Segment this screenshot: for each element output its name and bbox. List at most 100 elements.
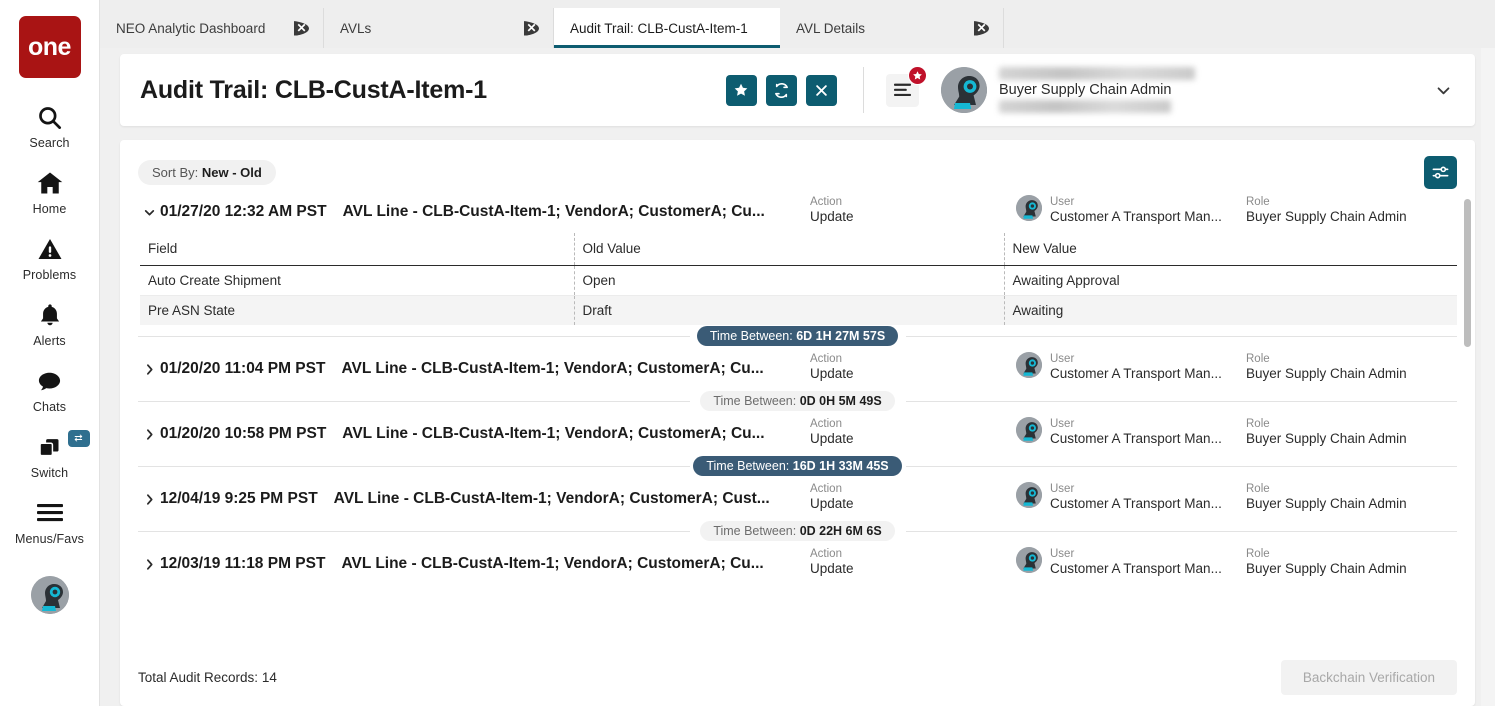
total-records-label: Total Audit Records: 14 [138,669,277,685]
sidebar-item-switch[interactable]: ⇄ Switch [0,430,100,480]
cell-old-value: Open [573,265,1004,296]
tab-audit-trail[interactable]: Audit Trail: CLB-CustA-Item-1 ✕ [554,8,780,48]
audit-record-list: 01/27/20 12:32 AM PST AVL Line - CLB-Cus… [120,189,1475,648]
column-header-field: Field [140,233,574,266]
record-user-value: Customer A Transport Man... [1050,496,1222,512]
avatar[interactable] [30,576,69,614]
column-label-user: User [1050,418,1075,430]
record-action-value: Update [810,366,854,382]
sidebar-item-chats[interactable]: Chats [0,364,100,414]
audit-record-detail: Field Old Value New Value Auto Create Sh… [138,233,1457,325]
close-icon[interactable]: ✕ [748,21,770,36]
tab-label: NEO Analytic Dashboard [116,20,266,36]
tab-neo-analytic-dashboard[interactable]: NEO Analytic Dashboard ✕ [100,8,324,48]
record-date: 12/04/19 9:25 PM PST [160,490,318,507]
record-user: User Customer A Transport Man... [1016,195,1222,226]
time-between-separator: Time Between: 0D 0H 5M 49S [138,390,1457,411]
application-window: one Search Home Problems Alerts Chats ⇄ … [0,0,1495,706]
audit-record-header[interactable]: 12/03/19 11:18 PM PST AVL Line - CLB-Cus… [138,541,1457,585]
sidebar-item-home[interactable]: Home [0,166,100,216]
time-between-badge: Time Between: 0D 22H 6M 6S [700,520,895,541]
user-menu-toggle[interactable] [1429,75,1459,105]
sidebar-item-alerts[interactable]: Alerts [0,298,100,348]
column-label-action: Action [810,418,842,430]
sidebar-item-label: Problems [22,268,77,282]
time-between-separator: Time Between: 0D 22H 6M 6S [138,520,1457,541]
time-between-separator: Time Between: 6D 1H 27M 57S [138,325,1457,346]
cell-new-value: Awaiting [1003,295,1457,325]
time-between-badge: Time Between: 0D 0H 5M 49S [700,390,895,411]
time-between-value: 0D 22H 6M 6S [799,523,882,538]
sidebar-item-search[interactable]: Search [0,100,100,150]
sliders-icon [1432,166,1449,179]
bell-icon [37,298,63,332]
sidebar-item-problems[interactable]: Problems [0,232,100,282]
sort-by-control[interactable]: Sort By: New - Old [138,160,276,185]
header-actions [717,74,837,106]
menu-button[interactable] [885,65,927,107]
audit-record: 01/27/20 12:32 AM PST AVL Line - CLB-Cus… [138,189,1457,325]
chevron-right-icon[interactable] [138,363,160,376]
column-label-role: Role [1246,353,1270,365]
main-area: NEO Analytic Dashboard ✕ AVLs ✕ Audit Tr… [100,0,1495,706]
hamburger-icon [893,83,911,97]
audit-record-header[interactable]: 01/27/20 12:32 AM PST AVL Line - CLB-Cus… [138,189,1457,233]
favorite-button[interactable] [725,74,757,106]
avatar[interactable] [940,67,987,113]
backchain-verification-button[interactable]: Backchain Verification [1280,659,1457,695]
hamburger-icon [36,496,64,530]
list-scrollbar-thumb[interactable] [1464,199,1471,347]
column-label-action: Action [810,548,842,560]
column-settings-button[interactable] [1424,156,1457,189]
close-button[interactable] [805,74,837,106]
record-action: Action Update [810,417,854,448]
user-details: Buyer Supply Chain Admin [998,65,1199,115]
column-label-action: Action [810,196,842,208]
record-action-value: Update [810,431,854,447]
close-icon[interactable]: ✕ [502,20,539,36]
record-role: Role Buyer Supply Chain Admin [1246,352,1407,383]
record-date: 12/03/19 11:18 PM PST [160,555,326,572]
sidebar-item-label: Menus/Favs [14,532,85,546]
tab-label: AVL Details [796,20,866,36]
refresh-button[interactable] [765,74,797,106]
record-description: AVL Line - CLB-CustA-Item-1; VendorA; Cu… [333,490,770,507]
time-between-value: 16D 1H 33M 45S [792,458,889,473]
tab-avls[interactable]: AVLs ✕ [324,8,554,48]
user-profile[interactable]: Buyer Supply Chain Admin [940,65,1199,115]
record-action: Action Update [810,352,854,383]
record-date: 01/27/20 12:32 AM PST [160,203,327,220]
time-between-value: 0D 0H 5M 49S [799,393,882,408]
record-description: AVL Line - CLB-CustA-Item-1; VendorA; Cu… [341,555,764,572]
tab-avl-details[interactable]: AVL Details ✕ [780,8,1004,48]
chevron-down-icon[interactable] [138,206,160,219]
record-role: Role Buyer Supply Chain Admin [1246,195,1407,226]
table-header-row: Field Old Value New Value [140,233,1457,266]
warning-triangle-icon [37,232,63,266]
chevron-right-icon[interactable] [138,558,160,571]
record-action: Action Update [810,482,854,513]
search-icon [36,100,63,134]
audit-record-header[interactable]: 01/20/20 11:04 PM PST AVL Line - CLB-Cus… [138,346,1457,390]
close-icon[interactable]: ✕ [952,20,989,36]
audit-record: 01/20/20 10:58 PM PST AVL Line - CLB-Cus… [138,411,1457,455]
time-between-prefix: Time Between: [706,458,793,473]
sidebar-item-menus-favs[interactable]: Menus/Favs [0,496,100,546]
brand-logo[interactable]: one [18,16,81,78]
tab-bar: NEO Analytic Dashboard ✕ AVLs ✕ Audit Tr… [100,0,1495,48]
column-label-user: User [1050,196,1075,208]
chevron-right-icon[interactable] [138,428,160,441]
page-title: Audit Trail: CLB-CustA-Item-1 [140,75,487,104]
record-user-value: Customer A Transport Man... [1050,209,1222,225]
column-label-role: Role [1246,483,1270,495]
swap-arrows-icon[interactable]: ⇄ [67,430,90,447]
avatar [1016,482,1042,508]
chevron-right-icon[interactable] [138,493,160,506]
close-icon[interactable]: ✕ [272,20,309,36]
chevron-down-icon [1438,86,1450,94]
user-org-redacted [998,100,1171,113]
audit-record-header[interactable]: 01/20/20 10:58 PM PST AVL Line - CLB-Cus… [138,411,1457,455]
page-scrollbar-track[interactable] [1481,48,1495,706]
cell-old-value: Draft [573,295,1004,325]
audit-record-header[interactable]: 12/04/19 9:25 PM PST AVL Line - CLB-Cust… [138,476,1457,520]
